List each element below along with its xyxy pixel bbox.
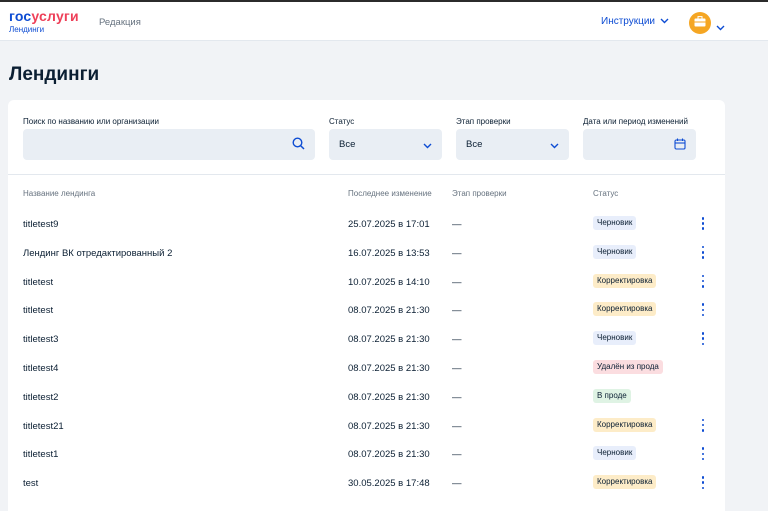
- landing-name[interactable]: titletest4: [23, 363, 58, 374]
- last-changed: 08.07.2025 в 21:30: [348, 334, 430, 346]
- column-header-stage: Этап проверки: [452, 189, 507, 198]
- landing-name[interactable]: titletest: [23, 305, 53, 316]
- status-badge: Черновик: [593, 216, 637, 230]
- review-stage: —: [452, 247, 462, 259]
- table-row[interactable]: titletest 10.07.2025 в 14:10 — Корректировк…: [8, 267, 725, 296]
- more-vertical-icon[interactable]: [699, 217, 707, 230]
- review-stage: —: [452, 305, 462, 317]
- status-filter-label: Статус: [329, 117, 355, 126]
- last-changed: 16.07.2025 в 13:53: [348, 247, 430, 259]
- status-badge: Корректировка: [593, 475, 657, 490]
- chevron-down-icon: [550, 141, 559, 152]
- page-title: Лендинги: [9, 64, 100, 85]
- logo-text-gos: гос: [9, 8, 32, 24]
- landing-name[interactable]: test: [23, 478, 38, 489]
- stage-select-value: Все: [466, 139, 483, 150]
- instructions-menu[interactable]: Инструкции: [601, 16, 669, 27]
- landing-name[interactable]: titletest1: [23, 449, 58, 460]
- table-row[interactable]: titletest9 25.07.2025 в 17:01 — Черновик: [8, 209, 725, 238]
- review-stage: —: [452, 449, 462, 461]
- landing-name[interactable]: titletest21: [23, 421, 64, 432]
- review-stage: —: [452, 478, 462, 490]
- section-label: Редакция: [99, 17, 141, 28]
- stage-filter-label: Этап проверки: [456, 117, 511, 126]
- chevron-down-icon: [660, 16, 669, 27]
- status-select-value: Все: [339, 139, 356, 150]
- table-row[interactable]: titletest3 08.07.2025 в 21:30 — Черновик: [8, 324, 725, 353]
- last-changed: 30.05.2025 в 17:48: [348, 478, 430, 490]
- search-input[interactable]: [23, 129, 315, 160]
- instructions-label: Инструкции: [601, 16, 656, 27]
- landing-name[interactable]: titletest9: [23, 219, 58, 230]
- table-row[interactable]: titletest1 08.07.2025 в 21:30 — Черновик: [8, 439, 725, 468]
- status-badge: В проде: [593, 388, 631, 403]
- more-vertical-icon[interactable]: [699, 476, 707, 490]
- more-vertical-icon[interactable]: [699, 303, 707, 317]
- account-chevron-down-icon[interactable]: [716, 18, 725, 36]
- table-row[interactable]: titletest 08.07.2025 в 21:30 — Корректировк…: [8, 295, 725, 324]
- app-header: госуслуги Лендинги Редакция Инструкции: [0, 2, 768, 41]
- status-badge: Корректировка: [593, 302, 657, 317]
- status-badge: Черновик: [593, 446, 637, 461]
- logo-text-uslugi: услуги: [31, 8, 79, 24]
- status-badge: Черновик: [593, 244, 637, 259]
- review-stage: —: [452, 391, 462, 403]
- review-stage: —: [452, 334, 462, 346]
- briefcase-icon: [694, 14, 706, 32]
- more-vertical-icon[interactable]: [699, 245, 707, 259]
- column-header-status: Статус: [593, 189, 619, 198]
- last-changed: 08.07.2025 в 21:30: [348, 305, 430, 317]
- status-badge: Черновик: [593, 331, 637, 346]
- last-changed: 25.07.2025 в 17:01: [348, 219, 430, 230]
- review-stage: —: [452, 420, 462, 432]
- last-changed: 08.07.2025 в 21:30: [348, 420, 430, 432]
- review-stage: —: [452, 363, 462, 374]
- more-vertical-icon[interactable]: [699, 447, 707, 461]
- table-row[interactable]: titletest2 08.07.2025 в 21:30 — В проде: [8, 382, 725, 411]
- review-stage: —: [452, 219, 462, 230]
- filters-divider: [8, 174, 725, 175]
- table-row[interactable]: test 30.05.2025 в 17:48 — Корректировка: [8, 468, 725, 497]
- calendar-icon[interactable]: [674, 138, 686, 153]
- table-row[interactable]: titletest21 08.07.2025 в 21:30 — Корректиро…: [8, 411, 725, 440]
- review-stage: —: [452, 276, 462, 288]
- status-badge: Удалён из прода: [593, 360, 663, 374]
- last-changed: 10.07.2025 в 14:10: [348, 276, 430, 288]
- last-changed: 08.07.2025 в 21:30: [348, 391, 430, 403]
- more-vertical-icon[interactable]: [699, 332, 707, 346]
- column-header-name: Название лендинга: [23, 189, 96, 198]
- logo-subtitle: Лендинги: [9, 25, 45, 34]
- chevron-down-icon: [423, 141, 432, 152]
- landing-name[interactable]: titletest: [23, 277, 53, 288]
- avatar[interactable]: [689, 12, 711, 34]
- status-badge: Корректировка: [593, 273, 657, 288]
- status-badge: Корректировка: [593, 417, 657, 432]
- search-label: Поиск по названию или организации: [23, 117, 159, 126]
- status-select[interactable]: Все: [329, 129, 442, 160]
- more-vertical-icon[interactable]: [699, 418, 707, 432]
- column-header-changed: Последнее изменение: [348, 189, 432, 198]
- last-changed: 08.07.2025 в 21:30: [348, 449, 430, 461]
- table-row[interactable]: titletest4 08.07.2025 в 21:30 — Удалён из п…: [8, 353, 725, 382]
- search-icon[interactable]: [292, 137, 305, 153]
- landing-name[interactable]: titletest2: [23, 392, 58, 403]
- landing-name[interactable]: titletest3: [23, 334, 58, 345]
- table-row[interactable]: Лендинг ВК отредактированный 2 16.07.2025…: [8, 238, 725, 267]
- gosuslugi-logo[interactable]: госуслуги Лендинги: [9, 8, 79, 35]
- more-vertical-icon[interactable]: [699, 274, 707, 288]
- stage-select[interactable]: Все: [456, 129, 569, 160]
- date-filter-label: Дата или период изменений: [583, 117, 688, 126]
- landing-name[interactable]: Лендинг ВК отредактированный 2: [23, 248, 172, 259]
- date-picker[interactable]: [583, 129, 696, 160]
- last-changed: 08.07.2025 в 21:30: [348, 363, 430, 374]
